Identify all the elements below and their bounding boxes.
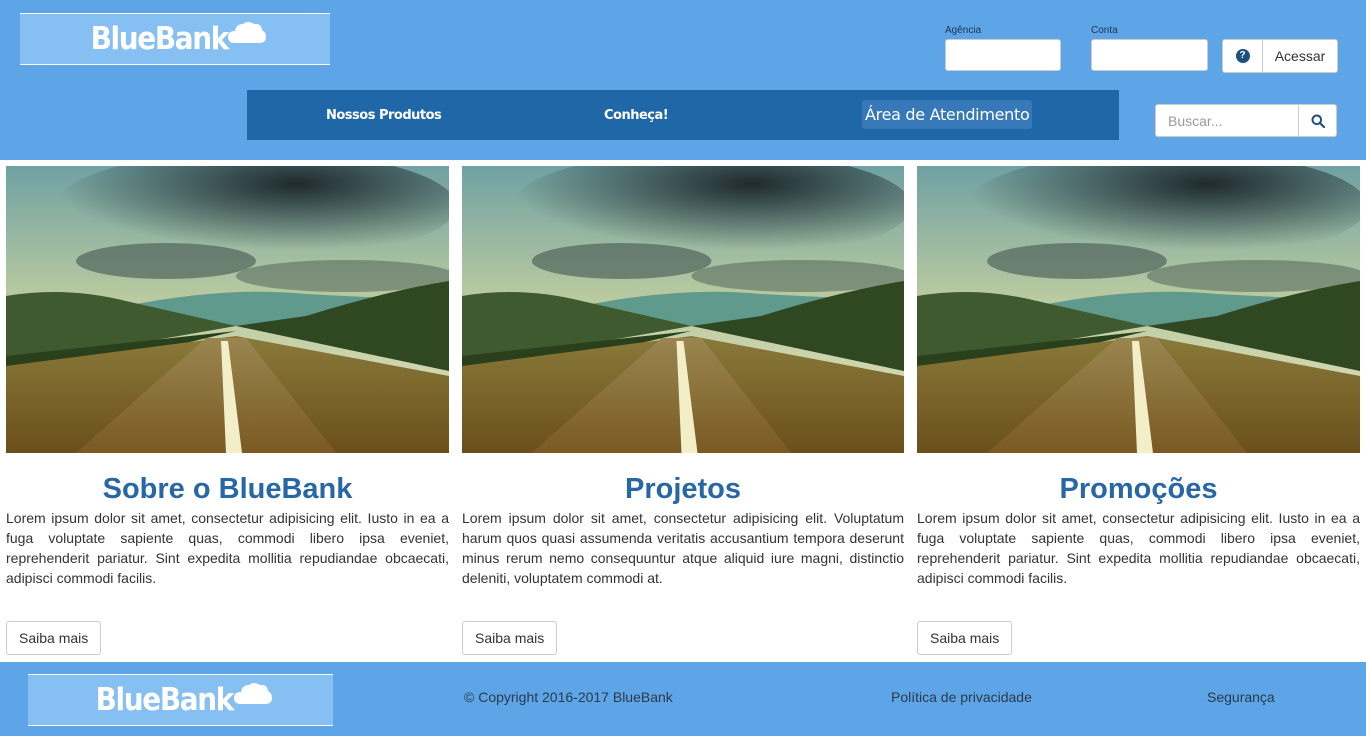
- footer-logo[interactable]: BlueBank: [28, 674, 333, 726]
- site-header: BlueBank Agência Conta ? Acessar Nossos …: [0, 0, 1366, 160]
- copyright-text: © Copyright 2016-2017 BlueBank: [464, 689, 673, 705]
- cloud-icon: [233, 680, 273, 706]
- search-group: [1155, 104, 1337, 137]
- logo-text: BlueBank: [90, 20, 229, 57]
- site-footer: BlueBank © Copyright 2016-2017 BlueBank …: [0, 662, 1366, 736]
- login-button-group: ? Acessar: [1222, 39, 1338, 73]
- card-title: Sobre o BlueBank: [102, 473, 353, 505]
- card-projetos: Projetos Lorem ipsum dolor sit amet, con…: [462, 166, 904, 655]
- search-button[interactable]: [1298, 104, 1337, 137]
- nav-item-area-de-atendimento[interactable]: Área de Atendimento: [862, 100, 1033, 129]
- security-link[interactable]: Segurança: [1207, 689, 1275, 705]
- question-circle-icon: ?: [1235, 49, 1250, 63]
- card-sobre: Sobre o BlueBank Lorem ipsum dolor sit a…: [6, 166, 449, 655]
- main-nav: Nossos Produtos Conheça! Área de Atendim…: [247, 90, 1119, 140]
- card-title: Promoções: [1059, 473, 1218, 505]
- privacy-link[interactable]: Política de privacidade: [891, 689, 1032, 705]
- agencia-input[interactable]: [945, 39, 1061, 71]
- help-button[interactable]: ?: [1222, 39, 1262, 73]
- card-text: Lorem ipsum dolor sit amet, consectetur …: [917, 510, 1360, 586]
- nav-item-nossos-produtos[interactable]: Nossos Produtos: [326, 90, 442, 140]
- conta-label: Conta: [1091, 25, 1118, 36]
- card-promocoes: Promoções Lorem ipsum dolor sit amet, co…: [917, 166, 1360, 655]
- saiba-mais-button[interactable]: Saiba mais: [462, 621, 558, 655]
- road-landscape-image: [6, 166, 449, 453]
- header-logo[interactable]: BlueBank: [20, 13, 330, 65]
- card-text: Lorem ipsum dolor sit amet, consectetur …: [462, 510, 904, 586]
- acessar-button[interactable]: Acessar: [1262, 39, 1338, 73]
- agencia-label: Agência: [945, 25, 982, 36]
- conta-input[interactable]: [1091, 39, 1208, 71]
- saiba-mais-button[interactable]: Saiba mais: [6, 621, 102, 655]
- card-title: Projetos: [624, 473, 742, 505]
- saiba-mais-button[interactable]: Saiba mais: [917, 621, 1013, 655]
- search-input[interactable]: [1155, 104, 1298, 137]
- road-landscape-image: [917, 166, 1360, 453]
- cloud-icon: [227, 19, 267, 45]
- nav-item-conheca[interactable]: Conheça!: [604, 90, 669, 140]
- road-landscape-image: [462, 166, 904, 453]
- card-text: Lorem ipsum dolor sit amet, consectetur …: [6, 510, 449, 586]
- magnifier-icon: [1311, 114, 1325, 128]
- logo-text: BlueBank: [95, 681, 235, 718]
